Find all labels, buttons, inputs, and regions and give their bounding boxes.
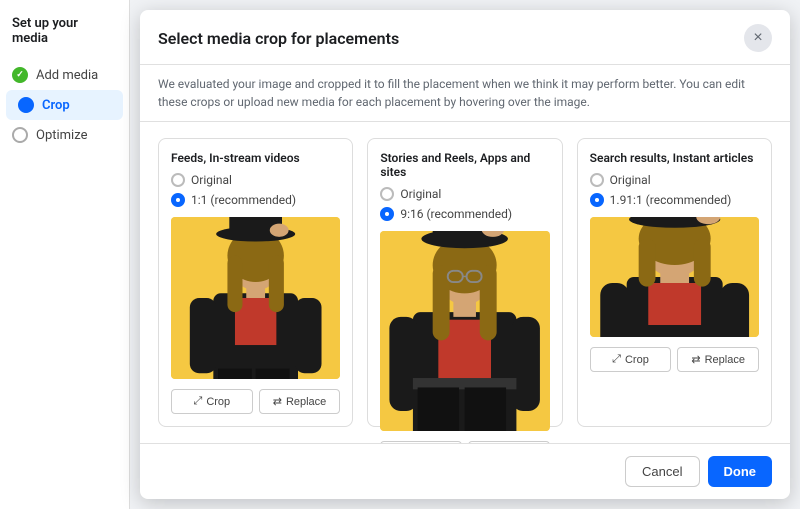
sidebar-item-crop[interactable]: Crop <box>6 90 123 120</box>
modal-description: We evaluated your image and cropped it t… <box>140 65 790 122</box>
radio-option-original-stories[interactable]: Original <box>380 187 549 201</box>
radio-circle-916-stories <box>380 207 394 221</box>
dialog-area: Select media crop for placements × We ev… <box>130 0 800 509</box>
sidebar-item-label: Add media <box>36 68 98 83</box>
radio-circle-191-search <box>590 193 604 207</box>
replace-button-feeds[interactable]: ⇄ Replace <box>259 389 341 414</box>
crop-icon-search: ⤢ <box>612 353 621 366</box>
modal-header: Select media crop for placements × <box>140 10 790 65</box>
crop-button-feeds[interactable]: ⤢ Crop <box>171 389 253 414</box>
optimize-status-icon <box>12 127 28 143</box>
sidebar-title: Set up your media <box>0 16 129 60</box>
modal-body: Feeds, In-stream videos Original 1:1 (re… <box>140 122 790 443</box>
sidebar-item-label: Optimize <box>36 128 87 143</box>
radio-option-191-search[interactable]: 1.91:1 (recommended) <box>590 193 759 207</box>
radio-option-916-stories[interactable]: 9:16 (recommended) <box>380 207 549 221</box>
radio-circle-original-stories <box>380 187 394 201</box>
placement-card-search: Search results, Instant articles Origina… <box>577 138 772 427</box>
modal-title: Select media crop for placements <box>158 29 399 48</box>
placement-card-stories: Stories and Reels, Apps and sites Origin… <box>367 138 562 427</box>
radio-circle-original-feeds <box>171 173 185 187</box>
replace-icon: ⇄ <box>273 395 282 408</box>
radio-option-11-feeds[interactable]: 1:1 (recommended) <box>171 193 340 207</box>
cancel-button[interactable]: Cancel <box>625 456 699 487</box>
image-search <box>590 217 759 337</box>
radio-group-search: Original 1.91:1 (recommended) <box>590 173 759 207</box>
sidebar-item-add-media[interactable]: Add media <box>0 60 129 90</box>
radio-option-original-search[interactable]: Original <box>590 173 759 187</box>
modal: Select media crop for placements × We ev… <box>140 10 790 499</box>
replace-icon-search: ⇄ <box>691 353 700 366</box>
placement-title-stories: Stories and Reels, Apps and sites <box>380 151 549 179</box>
radio-circle-original-search <box>590 173 604 187</box>
crop-icon: ⤢ <box>194 395 203 408</box>
sidebar: Set up your media Add media Crop Optimiz… <box>0 0 130 509</box>
add-media-status-icon <box>12 67 28 83</box>
crop-status-icon <box>18 97 34 113</box>
image-feeds <box>171 217 340 379</box>
radio-circle-11-feeds <box>171 193 185 207</box>
radio-group-stories: Original 9:16 (recommended) <box>380 187 549 221</box>
crop-button-search[interactable]: ⤢ Crop <box>590 347 672 372</box>
sidebar-item-label: Crop <box>42 98 70 113</box>
done-button[interactable]: Done <box>708 456 773 487</box>
replace-button-search[interactable]: ⇄ Replace <box>677 347 759 372</box>
radio-group-feeds: Original 1:1 (recommended) <box>171 173 340 207</box>
image-actions-feeds: ⤢ Crop ⇄ Replace <box>171 389 340 414</box>
placement-title-search: Search results, Instant articles <box>590 151 759 165</box>
close-button[interactable]: × <box>744 24 772 52</box>
radio-option-original-feeds[interactable]: Original <box>171 173 340 187</box>
placement-title-feeds: Feeds, In-stream videos <box>171 151 340 165</box>
modal-footer: Cancel Done <box>140 443 790 499</box>
placement-card-feeds: Feeds, In-stream videos Original 1:1 (re… <box>158 138 353 427</box>
image-stories <box>380 231 549 431</box>
image-actions-search: ⤢ Crop ⇄ Replace <box>590 347 759 372</box>
sidebar-item-optimize[interactable]: Optimize <box>0 120 129 150</box>
